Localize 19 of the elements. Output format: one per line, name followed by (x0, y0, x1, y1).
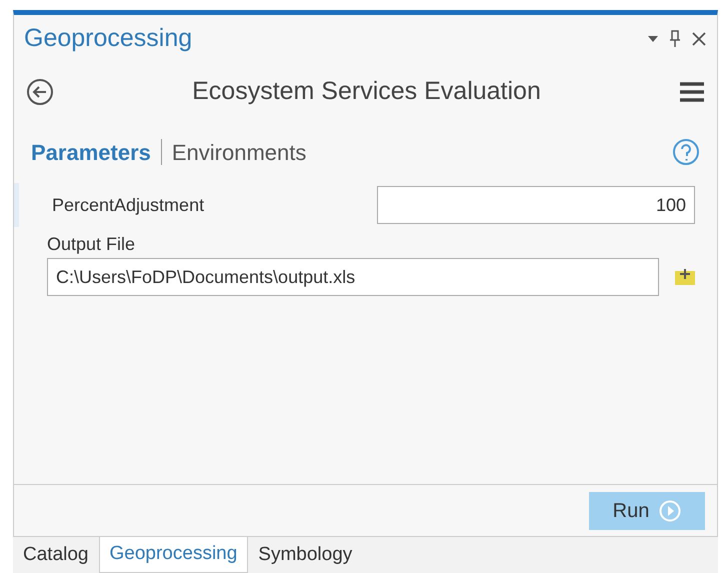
tab[interactable]: Parameters (31, 136, 151, 168)
help-icon[interactable] (672, 138, 700, 166)
pane-title: Geoprocessing (24, 23, 192, 54)
tab[interactable]: Environments (172, 136, 306, 168)
dock-tab[interactable]: Catalog (13, 537, 98, 573)
run-button[interactable]: Run (589, 492, 705, 530)
back-icon[interactable] (26, 78, 54, 106)
menu-icon[interactable] (678, 81, 705, 103)
pin-icon[interactable] (669, 30, 681, 48)
dropdown-icon[interactable] (647, 35, 659, 43)
play-icon (659, 500, 682, 522)
dock-tab[interactable]: Symbology (248, 537, 362, 573)
tool-title: Ecosystem Services Evaluation (192, 76, 541, 108)
close-icon[interactable] (691, 31, 707, 47)
input-field[interactable]: 100 (377, 186, 695, 224)
parameter-label: PercentAdjustment (52, 194, 206, 217)
dock-tab[interactable]: Geoprocessing (98, 537, 248, 573)
parameter-label: Output File (47, 233, 136, 256)
input-field[interactable]: C:\Users\FoDP\Documents\output.xls (47, 258, 659, 296)
